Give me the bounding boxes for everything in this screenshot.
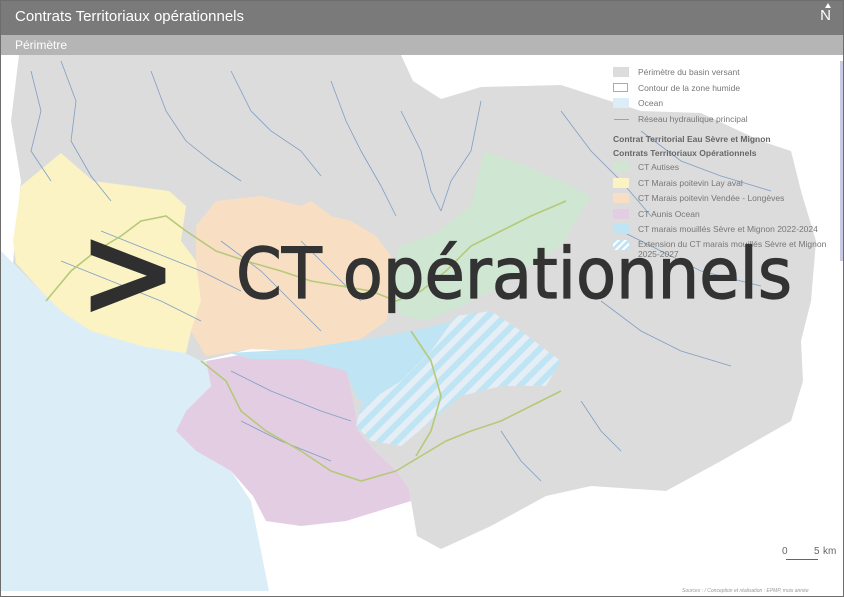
legend-swatch-lay [613,177,629,188]
scale-bar: 0 5 km [773,545,843,565]
legend-row-ocean: Ocean [613,97,838,113]
legend-section-heading: Contrat Territorial Eau Sèvre et Mignon [613,134,771,144]
map-legend: Périmètre du basin versant Contour de la… [613,66,838,263]
legend-label-vendee: CT Marais poitevin Vendée - Longèves [638,193,785,203]
title-bar: Contrats Territoriaux opérationnels N [1,1,843,35]
page-title: Contrats Territoriaux opérationnels [15,8,245,25]
legend-ct-heading: Contrats Territoriaux Opérationnels [613,148,757,158]
legend-row-network: Réseau hydraulique principal [613,113,838,129]
map-frame: Contrats Territoriaux opérationnels N Pé… [0,0,844,597]
legend-row-wetland: Contour de la zone humide [613,82,838,98]
sources-credit: Sources : / Conception et réalisation : … [682,588,809,594]
legend-label-network: Réseau hydraulique principal [638,113,748,124]
scale-five: 5 [814,546,820,557]
legend-swatch-autises [613,162,629,172]
legend-swatch-aunis [613,208,629,219]
legend-label-sevre: CT marais mouillés Sèvre et Mignon 2022-… [638,224,818,234]
legend-swatch-ocean [613,98,629,108]
legend-label-extension: Extension du CT marais mouillés Sèvre et… [638,238,827,259]
legend-row-basin: Périmètre du basin versant [613,66,838,82]
legend-swatch-vendee [613,193,629,203]
legend-label-autises: CT Autises [638,162,679,172]
scale-unit: km [823,546,837,557]
legend-line-network [614,118,629,120]
legend-label-ocean: Ocean [638,98,664,108]
legend-label-lay: CT Marais poitevin Lay aval [638,177,743,188]
section-bar: Périmètre [1,35,843,55]
legend-row-sevre: CT marais mouillés Sèvre et Mignon 2022-… [613,223,838,239]
legend-label-basin: Périmètre du basin versant [638,67,740,77]
legend-row-autises: CT Autises [613,161,838,177]
scrollbar[interactable] [840,61,843,261]
scale-line [786,559,818,560]
legend-row-lay: CT Marais poitevin Lay aval [613,177,838,193]
legend-swatch-basin [613,67,629,77]
legend-label-aunis: CT Aunis Ocean [638,208,700,219]
legend-swatch-sevre [613,224,629,234]
legend-row-extension: Extension du CT marais mouillés Sèvre et… [613,239,838,263]
legend-row-aunis: CT Aunis Ocean [613,208,838,224]
north-arrow-icon: N [820,3,831,24]
section-title: Périmètre [15,38,68,52]
legend-swatch-wetland [613,82,628,92]
scale-zero: 0 [782,546,788,557]
legend-row-vendee: CT Marais poitevin Vendée - Longèves [613,192,838,208]
legend-swatch-extension [613,239,629,250]
legend-label-wetland: Contour de la zone humide [638,82,741,93]
